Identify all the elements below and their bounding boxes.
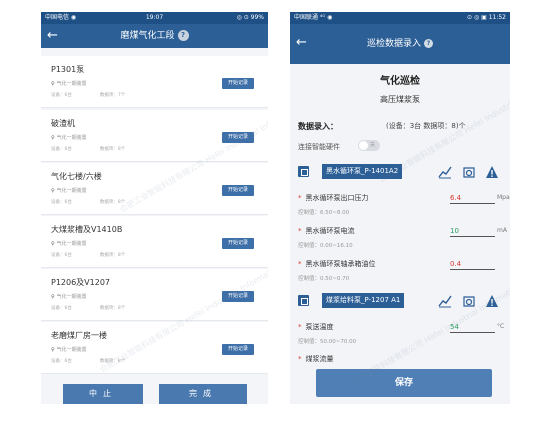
required-mark: * [298,227,302,235]
field-range: 控制值：50.00~70.00 [298,339,357,345]
field-label: 泵送温度 [305,323,334,331]
toggle-knob [359,141,368,150]
list-item-unit: 气化一期装置 [56,347,87,353]
field-range: 控制值：6.50~8.00 [298,210,350,216]
entry-count: (设备：3台 数据项：8)个 [386,122,466,130]
nav-header: ← 巡检数据录入? [290,24,510,64]
list-item-title: 破渣机 [51,119,75,128]
device-icon [298,166,309,177]
start-record-button[interactable]: 开始记录 [222,78,254,89]
device-count: 设备：6台 [51,93,72,98]
list-item: 大煤浆槽及V1410B ♀ 气化一期装置 设备：6台 数据项：8个 开始记录 [41,216,268,268]
device-count: 设备：6台 [51,359,72,364]
device-name: 黑水循环泵_P-1401A2 [322,164,403,179]
nav-header: ← 磨煤气化工段? [41,24,268,48]
start-record-button[interactable]: 开始记录 [222,185,254,196]
field-value-input[interactable]: 6.4 [450,193,495,204]
field-label: 黑水循环泵轴承箱油位 [305,260,376,268]
data-count: 数据项：8个 [99,200,126,205]
person-icon: ♀ [51,188,55,194]
field-value-input[interactable]: 0.4 [450,259,495,270]
field-range: 控制值：0.00~16.10 [298,243,353,249]
list-item-unit: 气化一期装置 [56,135,87,141]
start-record-button[interactable]: 开始记录 [222,291,254,302]
status-indicators: ◎ ⊙ 99% [236,14,264,21]
person-icon: ♀ [51,135,55,141]
required-mark: * [298,260,302,268]
entry-label: 数据录入： [298,122,338,131]
device-count: 设备：6台 [51,253,72,258]
stop-button[interactable]: 中止 [63,384,143,404]
form-title: 气化巡检 [380,76,420,87]
start-record-button[interactable]: 开始记录 [222,238,254,249]
field-label: 煤浆流量 [305,355,334,363]
list-item: P1206及V1207 ♀ 气化一期装置 设备：6台 数据项：8个 开始记录 [41,269,268,321]
list-item-unit: 气化一期装置 [56,294,87,300]
person-icon: ♀ [51,347,55,353]
list-item-unit: 气化一期装置 [56,81,87,87]
list-item-title: 老磨煤厂房一楼 [51,331,107,340]
list-item: 老磨煤厂房一楼 ♀ 气化一期装置 设备：6台 数据项：8个 开始记录 [41,322,268,374]
required-mark: * [298,355,302,363]
person-icon: ♀ [51,241,55,247]
data-count: 数据项：8个 [99,147,126,152]
smart-hardware-label: 连接智能硬件 [298,143,340,151]
data-count: 数据项：8个 [99,306,126,311]
device-count: 设备：6台 [51,200,72,205]
trend-chart-icon[interactable] [438,165,452,179]
list-item-title: 气化七楼/六楼 [51,172,102,181]
status-time: 11:52 [488,14,506,21]
field-value-input[interactable]: 10 [450,226,495,237]
data-count: 数据项：8个 [99,359,126,364]
field-range: 控制值：0.50~0.70 [298,276,350,282]
warning-icon[interactable] [485,165,499,179]
warning-icon[interactable] [485,294,499,308]
field-unit: Mpa [497,194,510,201]
finish-button[interactable]: 完成 [159,384,247,404]
required-mark: * [298,194,302,202]
toggle-state: 关 [370,142,376,148]
list-item: P1301泵 ♀ 气化一期装置 设备：6台 数据项：7个 开始记录 [41,56,268,108]
camera-icon[interactable] [462,294,476,308]
camera-icon[interactable] [462,165,476,179]
status-bar: 中国电信 ◉ 19:07 ◎ ⊙ 99% [41,12,268,24]
trend-chart-icon[interactable] [438,294,452,308]
list-item-title: 大煤浆槽及V1410B [51,225,123,234]
data-count: 数据项：8个 [99,253,126,258]
device-name: 煤浆给料泵_P-1207 A1 [322,293,405,308]
list-item: 气化七楼/六楼 ♀ 气化一期装置 设备：6台 数据项：8个 开始记录 [41,163,268,215]
list-item-unit: 气化一期装置 [56,241,87,247]
person-icon: ♀ [51,294,55,300]
page-title: 磨煤气化工段 [120,31,175,41]
help-icon[interactable]: ? [177,30,189,41]
person-icon: ♀ [51,81,55,87]
start-record-button[interactable]: 开始记录 [222,132,254,143]
page-title: 巡检数据录入 [366,39,421,49]
field-label: 黑水循环泵出口压力 [305,194,369,202]
form-subtitle: 高压煤浆泵 [380,95,420,104]
status-indicators: ⊙ ◎ ▣ [467,14,487,21]
field-unit: °C [497,323,505,330]
status-carrier: 中国联通 ⁴ᴳ ◉ [294,14,333,21]
device-count: 设备：6台 [51,147,72,152]
list-item-title: P1301泵 [51,65,85,74]
status-bar: 中国联通 ⁴ᴳ ◉ ⊙ ◎ ▣ 11:52 [290,12,510,24]
list-item-title: P1206及V1207 [51,278,111,287]
right-phone-screen: 中国联通 ⁴ᴳ ◉ ⊙ ◎ ▣ 11:52 ← 巡检数据录入? 气化巡检 高压煤… [290,12,510,404]
list-item-unit: 气化一期装置 [56,188,87,194]
start-record-button[interactable]: 开始记录 [222,344,254,355]
device-count: 设备：6台 [51,306,72,311]
device-icon [298,295,309,306]
field-value-input[interactable]: 54 [450,322,495,333]
status-time: 19:07 [145,14,164,21]
left-phone-screen: 中国电信 ◉ 19:07 ◎ ⊙ 99% ← 磨煤气化工段? P1301泵 ♀ 气… [41,12,268,404]
smart-hardware-toggle[interactable]: 关 [358,140,380,151]
field-label: 黑水循环泵电流 [305,227,355,235]
help-icon[interactable]: ? [424,39,433,48]
data-count: 数据项：7个 [99,93,126,98]
field-unit: mA [497,227,507,234]
save-button[interactable]: 保存 [316,369,492,397]
list-item: 破渣机 ♀ 气化一期装置 设备：6台 数据项：8个 开始记录 [41,110,268,162]
required-mark: * [298,323,302,331]
